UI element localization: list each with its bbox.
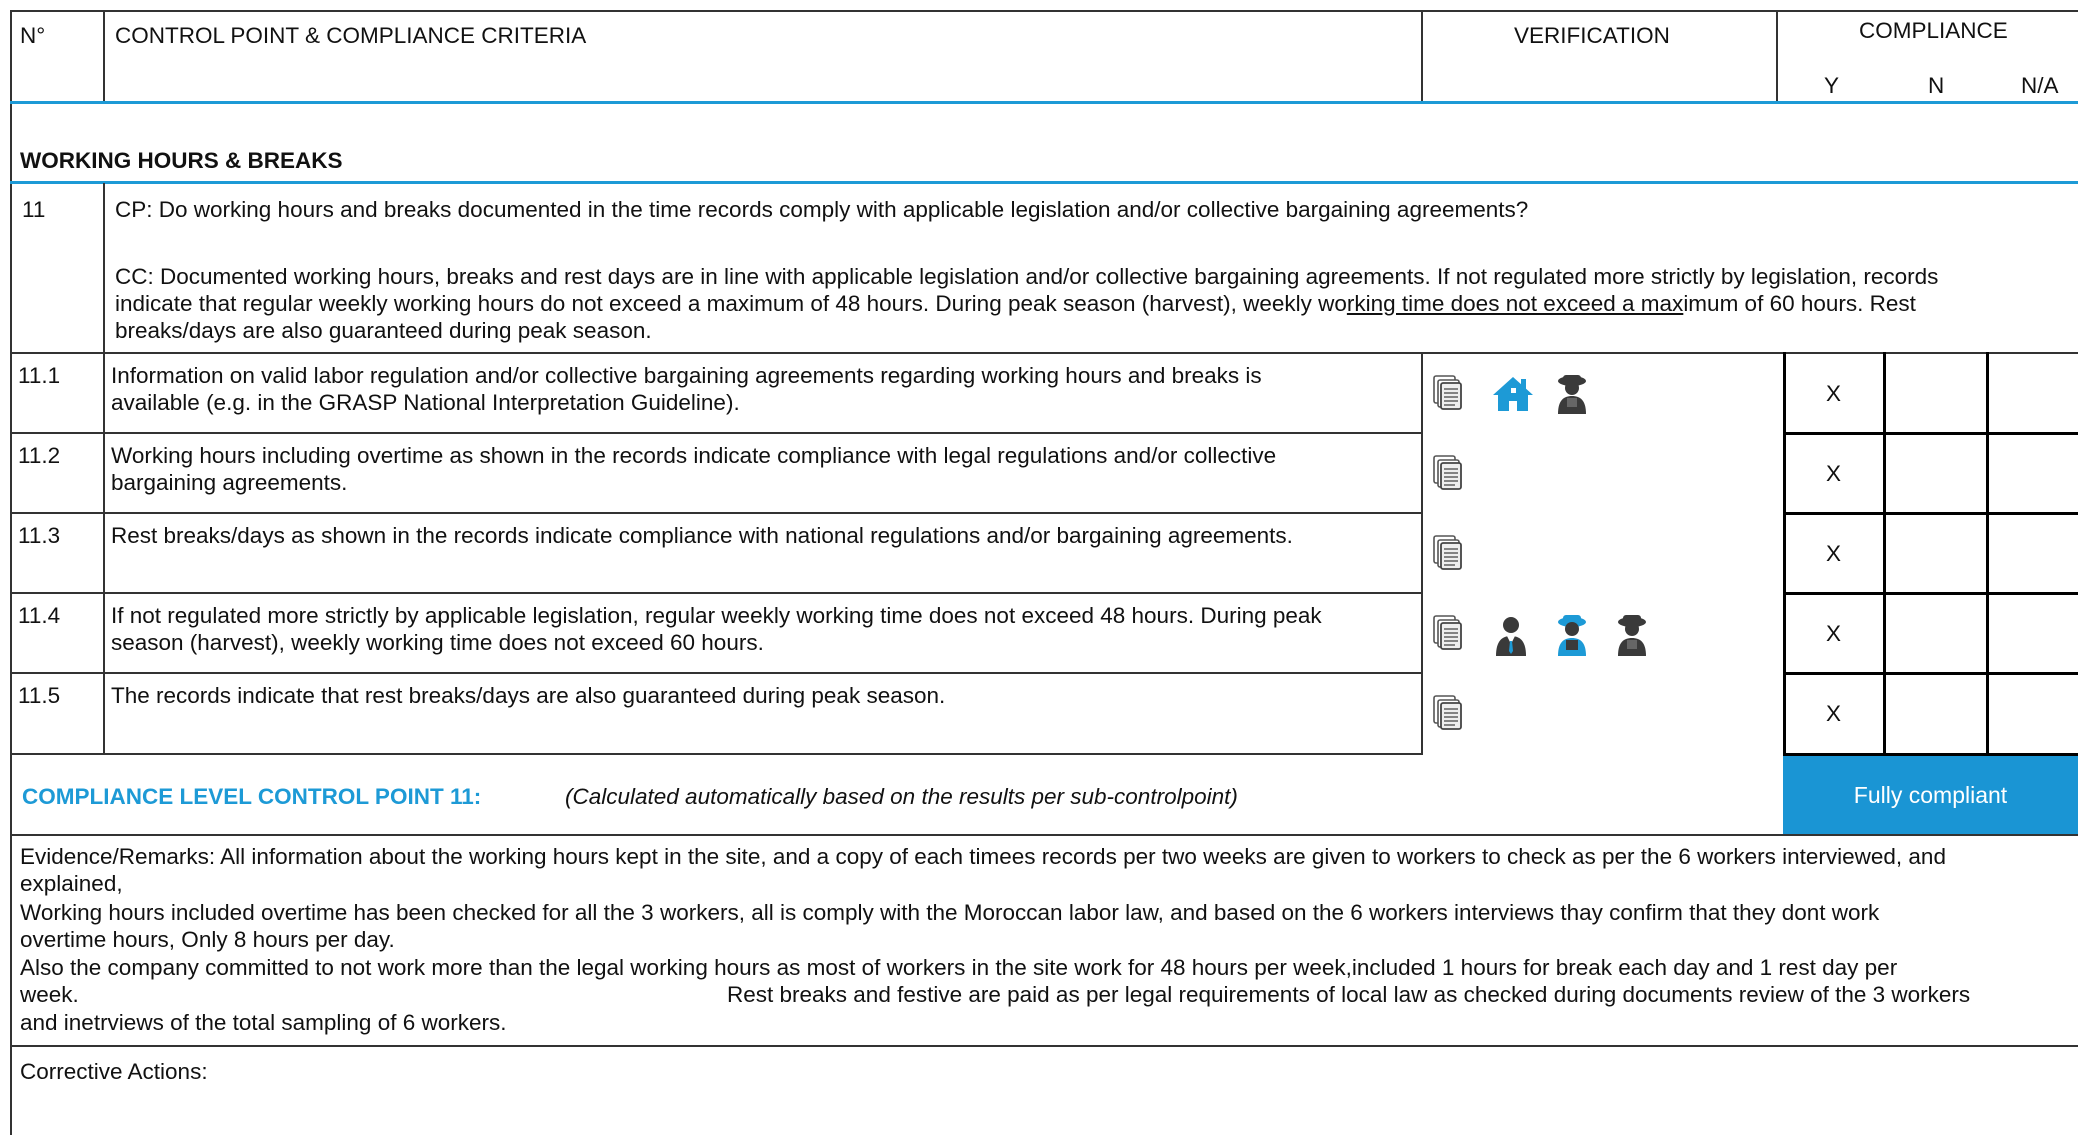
evidence-line: explained, [20, 871, 123, 896]
documents-icon [1433, 695, 1462, 730]
table-row: 11.4 If not regulated more strictly by a… [10, 593, 2078, 673]
documents-icon [1433, 375, 1462, 410]
divider [103, 10, 105, 103]
sub-point-text: If not regulated more strictly by applic… [111, 603, 1322, 628]
compliance-yes-cell[interactable]: X [1826, 540, 1841, 567]
sub-point-number: 11.2 [18, 443, 61, 468]
divider [10, 1045, 2078, 1047]
compliance-criteria-line: CC: Documented working hours, breaks and… [115, 264, 1939, 289]
worker-icon [1618, 615, 1646, 656]
header-yes: Y [1824, 73, 1840, 98]
header-bottom-rule [10, 101, 2078, 104]
section-rule [10, 181, 2078, 184]
corrective-actions-label: Corrective Actions: [20, 1059, 208, 1084]
divider [103, 183, 105, 353]
compliance-criteria-line: breaks/days are also guaranteed during p… [115, 318, 652, 343]
header-control-point: CONTROL POINT & COMPLIANCE CRITERIA [115, 23, 587, 48]
table-row: 11.2 Working hours including overtime as… [10, 433, 2078, 513]
header-verification: VERIFICATION [1514, 23, 1670, 48]
divider [10, 834, 2078, 836]
sub-point-number: 11.5 [18, 683, 61, 708]
control-point-question: CP: Do working hours and breaks document… [115, 197, 1529, 222]
evidence-line: overtime hours, Only 8 hours per day. [20, 927, 395, 952]
header-no-column: N [1928, 73, 1945, 98]
header-no: N° [20, 23, 46, 48]
table-row: 11.1 Information on valid labor regulati… [10, 353, 2078, 433]
divider [1421, 10, 1423, 103]
manager-icon [1496, 617, 1526, 656]
divider [10, 753, 1421, 755]
compliance-level-label: COMPLIANCE LEVEL CONTROL POINT 11: [22, 784, 482, 809]
criteria-text: indicate that regular weekly working hou… [115, 291, 1347, 316]
section-title: WORKING HOURS & BREAKS [20, 148, 343, 173]
compliance-yes-cell[interactable]: X [1826, 380, 1841, 407]
documents-icon [1433, 455, 1462, 490]
documents-icon [1433, 615, 1462, 650]
criteria-text: imum of 60 hours. Rest [1683, 291, 1916, 316]
compliance-yes-cell[interactable]: X [1826, 460, 1841, 487]
house-icon [1493, 377, 1533, 411]
sub-point-text: Information on valid labor regulation an… [111, 363, 1262, 388]
sub-point-text: season (harvest), weekly working time do… [111, 630, 764, 655]
evidence-line: Rest breaks and festive are paid as per … [727, 982, 1971, 1007]
evidence-line: Also the company committed to not work m… [20, 955, 1898, 980]
border-top [10, 10, 2078, 12]
compliance-level-note: (Calculated automatically based on the r… [565, 784, 1238, 809]
evidence-line: Evidence/Remarks: All information about … [20, 844, 1946, 869]
divider [1776, 10, 1778, 103]
sub-point-text: Working hours including overtime as show… [111, 443, 1277, 468]
worker-blue-icon [1558, 615, 1586, 656]
control-point-number: 11 [22, 197, 46, 222]
compliance-criteria-line: indicate that regular weekly working hou… [115, 290, 1916, 317]
header-compliance: COMPLIANCE [1859, 18, 2008, 43]
compliance-yes-cell[interactable]: X [1826, 620, 1841, 647]
sub-point-text: The records indicate that rest breaks/da… [111, 683, 946, 708]
worker-icon [1558, 375, 1586, 414]
evidence-line: Working hours included overtime has been… [20, 900, 1880, 925]
sub-point-text: bargaining agreements. [111, 470, 348, 495]
table-row: 11.5 The records indicate that rest brea… [10, 673, 2078, 753]
documents-icon [1433, 535, 1462, 570]
criteria-underlined-text: rking time does not exceed a max [1346, 291, 1684, 316]
evidence-line: week. [20, 982, 79, 1007]
checklist-page: N° CONTROL POINT & COMPLIANCE CRITERIA V… [0, 0, 2078, 1135]
sub-point-number: 11.3 [18, 523, 61, 548]
compliance-yes-cell[interactable]: X [1826, 700, 1841, 727]
evidence-line: and inetrviews of the total sampling of … [20, 1010, 507, 1035]
header-not-applicable: N/A [2021, 73, 2059, 98]
sub-point-text: Rest breaks/days as shown in the records… [111, 523, 1293, 548]
compliance-result-badge: Fully compliant [1783, 756, 2078, 834]
sub-point-number: 11.4 [18, 603, 61, 628]
table-row: 11.3 Rest breaks/days as shown in the re… [10, 513, 2078, 593]
sub-point-number: 11.1 [18, 363, 61, 388]
sub-point-text: available (e.g. in the GRASP National In… [111, 390, 740, 415]
